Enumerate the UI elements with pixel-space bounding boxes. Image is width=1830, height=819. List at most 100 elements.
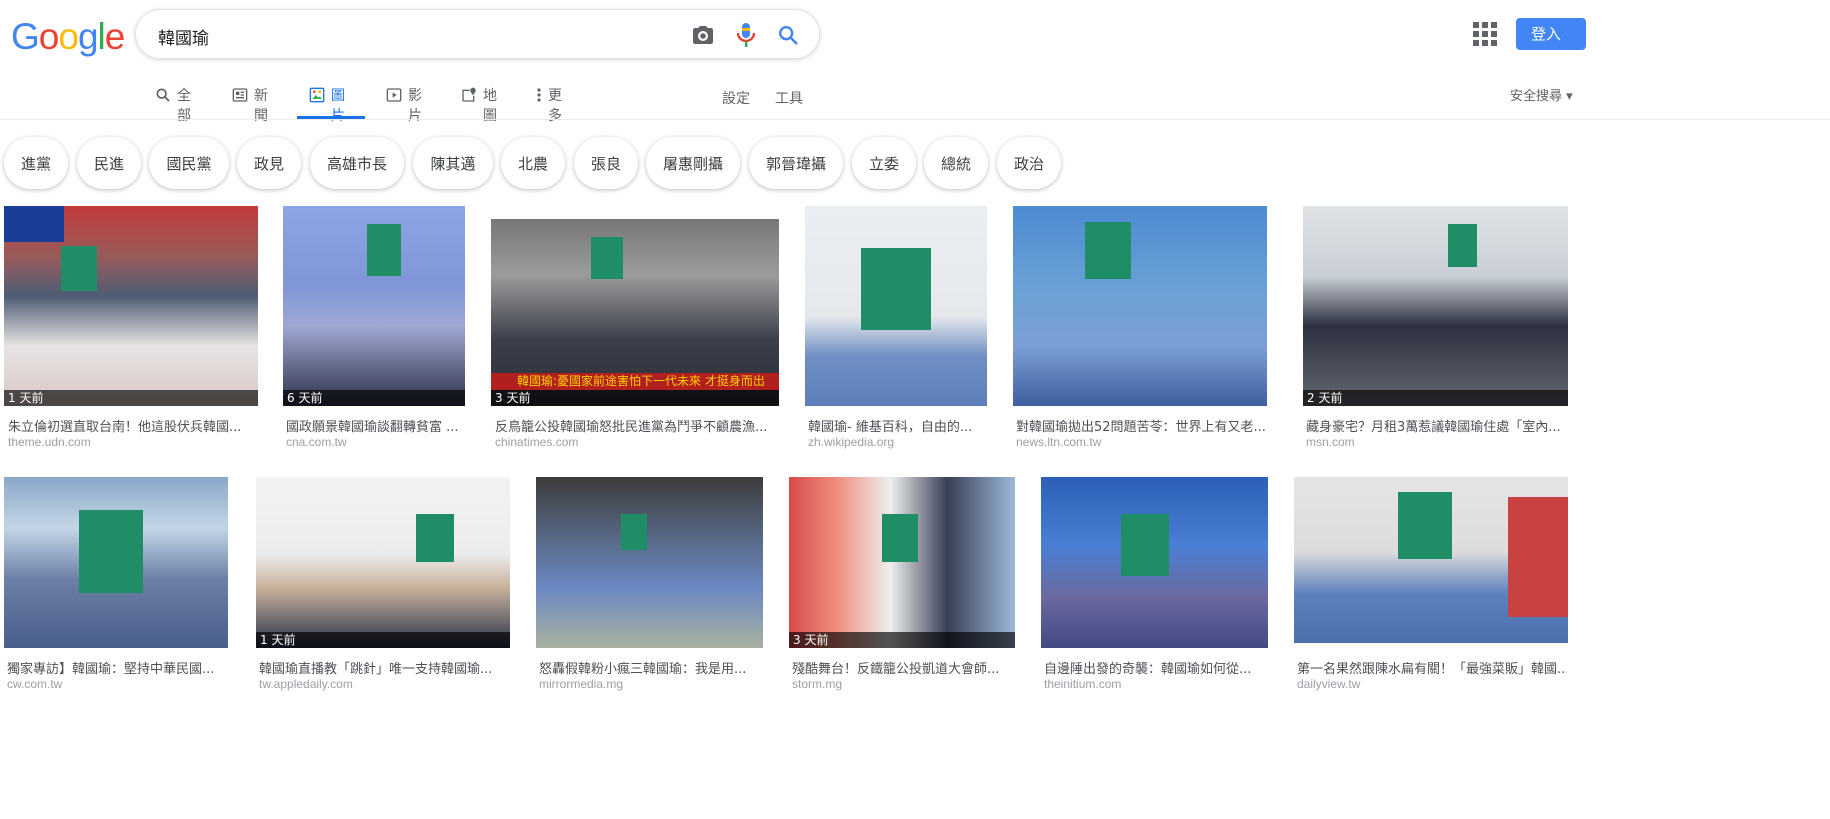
result-source[interactable]: news.ltn.com.tw	[1016, 435, 1101, 449]
face-mask	[1085, 222, 1131, 279]
face-mask	[367, 224, 401, 276]
face-mask	[1121, 514, 1169, 576]
result-source[interactable]: storm.mg	[792, 677, 842, 691]
result-title[interactable]: 朱立倫初選直取台南！他這股伏兵韓國...	[8, 416, 258, 435]
result-title[interactable]: 獨家專訪】韓國瑜：堅持中華民國...	[7, 658, 227, 677]
result-title[interactable]: 怒轟假韓粉小瘋三韓國瑜：我是用...	[539, 658, 763, 677]
chip[interactable]: 郭晉瑋攝	[749, 137, 843, 189]
chip[interactable]: 立委	[852, 137, 916, 189]
result-title[interactable]: 第一名果然跟陳水扁有關！「最強菜販」韓國...	[1297, 658, 1567, 677]
result-title[interactable]: 反鳥籠公投韓國瑜怒批民進黨為鬥爭不顧農漁...	[495, 416, 777, 435]
result-title[interactable]: 殘酷舞台！反鐵籠公投凱道大會師...	[792, 658, 1014, 677]
logo-letter: o	[58, 16, 79, 57]
face-mask	[882, 514, 918, 562]
tab-videos[interactable]: 影片	[386, 85, 422, 124]
logo-letter: l	[97, 16, 106, 57]
more-vert-icon	[536, 87, 542, 107]
chip[interactable]: 高雄市長	[310, 137, 404, 189]
result-thumbnail[interactable]	[4, 477, 228, 648]
chip[interactable]: 政見	[237, 137, 301, 189]
image-result[interactable]: 1 天前 韓國瑜直播教「跳針」唯一支持韓國瑜... tw.appledaily.…	[256, 477, 510, 695]
image-result[interactable]: 韓國瑜:憂國家前途害怕下一代未來 才挺身而出 3 天前 反鳥籠公投韓國瑜怒批民進…	[491, 219, 779, 451]
image-result[interactable]: 獨家專訪】韓國瑜：堅持中華民國... cw.com.tw	[4, 477, 228, 695]
chip[interactable]: 陳其邁	[413, 137, 493, 189]
result-thumbnail[interactable]: 1 天前	[256, 477, 510, 648]
chip[interactable]: 屠惠剛攝	[646, 137, 740, 189]
chip[interactable]: 國民黨	[149, 137, 229, 189]
time-badge: 3 天前	[789, 632, 1015, 648]
face-mask	[416, 514, 454, 562]
face-mask	[1448, 224, 1477, 267]
logo-letter: e	[104, 16, 126, 57]
safe-search-link[interactable]: 安全搜尋 ▾	[1510, 85, 1573, 104]
result-thumbnail[interactable]: 6 天前	[283, 206, 465, 406]
result-thumbnail[interactable]: 3 天前	[789, 477, 1015, 648]
chip[interactable]: 張良	[574, 137, 638, 189]
result-source[interactable]: mirrormedia.mg	[539, 677, 623, 691]
face-mask	[621, 514, 647, 550]
chip[interactable]: 政治	[997, 137, 1061, 189]
result-source[interactable]: msn.com	[1306, 435, 1355, 449]
result-title[interactable]: 自邊陲出發的奇襲：韓國瑜如何從...	[1044, 658, 1268, 677]
image-result[interactable]: 對韓國瑜拋出52問題苦苓：世界上有又老... news.ltn.com.tw	[1013, 206, 1267, 451]
image-result[interactable]: 2 天前 藏身豪宅？月租3萬惹議韓國瑜住處「室內... msn.com	[1303, 206, 1568, 451]
image-icon	[309, 87, 325, 107]
result-thumbnail[interactable]	[805, 206, 987, 406]
search-box[interactable]: 韓國瑜	[135, 9, 820, 59]
chip[interactable]: 民進	[77, 137, 141, 189]
result-source[interactable]: chinatimes.com	[495, 435, 578, 449]
result-source[interactable]: theinitium.com	[1044, 677, 1121, 691]
image-result[interactable]: 第一名果然跟陳水扁有關！「最強菜販」韓國... dailyview.tw	[1294, 477, 1568, 695]
safe-search-label: 安全搜尋	[1510, 89, 1563, 104]
apps-grid-icon[interactable]	[1473, 22, 1497, 46]
face-mask	[79, 510, 143, 593]
tools-link[interactable]: 工具	[775, 88, 803, 108]
image-result[interactable]: 怒轟假韓粉小瘋三韓國瑜：我是用... mirrormedia.mg	[536, 477, 763, 695]
result-source[interactable]: cna.com.tw	[286, 435, 347, 449]
result-source[interactable]: cw.com.tw	[7, 677, 62, 691]
result-source[interactable]: theme.udn.com	[8, 435, 91, 449]
result-thumbnail[interactable]: 韓國瑜:憂國家前途害怕下一代未來 才挺身而出 3 天前	[491, 219, 779, 406]
result-source[interactable]: dailyview.tw	[1297, 677, 1360, 691]
map-icon	[461, 87, 477, 107]
tab-all[interactable]: 全部	[155, 85, 191, 124]
result-title[interactable]: 韓國瑜- 維基百科，自由的...	[808, 416, 988, 435]
chip[interactable]: 進黨	[4, 137, 68, 189]
result-thumbnail[interactable]	[1294, 477, 1568, 643]
microphone-icon[interactable]	[732, 21, 760, 49]
tab-images[interactable]: 圖片	[297, 85, 365, 124]
image-result[interactable]: 6 天前 國政願景韓國瑜談翻轉貧富 ... cna.com.tw	[283, 206, 465, 451]
image-result[interactable]: 韓國瑜- 維基百科，自由的... zh.wikipedia.org	[805, 206, 987, 451]
signin-button[interactable]: 登入	[1516, 18, 1586, 50]
camera-icon[interactable]	[689, 21, 717, 49]
result-title[interactable]: 藏身豪宅？月租3萬惹議韓國瑜住處「室內...	[1306, 416, 1566, 435]
settings-link[interactable]: 設定	[722, 88, 750, 108]
chip[interactable]: 北農	[501, 137, 565, 189]
logo-letter: g	[77, 16, 99, 57]
result-thumbnail[interactable]	[536, 477, 763, 648]
result-thumbnail[interactable]: 1 天前	[4, 206, 258, 406]
result-thumbnail[interactable]	[1041, 477, 1268, 648]
result-thumbnail[interactable]	[1013, 206, 1267, 406]
news-icon	[232, 87, 248, 107]
image-result[interactable]: 3 天前 殘酷舞台！反鐵籠公投凱道大會師... storm.mg	[789, 477, 1015, 695]
image-result[interactable]: 1 天前 朱立倫初選直取台南！他這股伏兵韓國... theme.udn.com	[4, 206, 258, 451]
result-title[interactable]: 對韓國瑜拋出52問題苦苓：世界上有又老...	[1016, 416, 1266, 435]
news-overlay-banner: 韓國瑜:憂國家前途害怕下一代未來 才挺身而出	[491, 373, 779, 390]
search-input[interactable]: 韓國瑜	[158, 24, 209, 49]
result-title[interactable]: 國政願景韓國瑜談翻轉貧富 ...	[286, 416, 466, 435]
result-thumbnail[interactable]: 2 天前	[1303, 206, 1568, 406]
time-badge: 6 天前	[283, 390, 465, 406]
image-result[interactable]: 自邊陲出發的奇襲：韓國瑜如何從... theinitium.com	[1041, 477, 1268, 695]
search-icon[interactable]	[774, 21, 802, 49]
tab-more[interactable]: 更多	[536, 85, 562, 124]
chip[interactable]: 總統	[924, 137, 988, 189]
face-mask	[591, 237, 623, 279]
tab-maps[interactable]: 地圖	[461, 85, 497, 124]
result-title[interactable]: 韓國瑜直播教「跳針」唯一支持韓國瑜...	[259, 658, 509, 677]
tab-news[interactable]: 新聞	[232, 85, 268, 124]
result-source[interactable]: zh.wikipedia.org	[808, 435, 894, 449]
tabs-divider	[0, 119, 1830, 120]
result-source[interactable]: tw.appledaily.com	[259, 677, 353, 691]
google-logo[interactable]: Google	[11, 16, 126, 58]
